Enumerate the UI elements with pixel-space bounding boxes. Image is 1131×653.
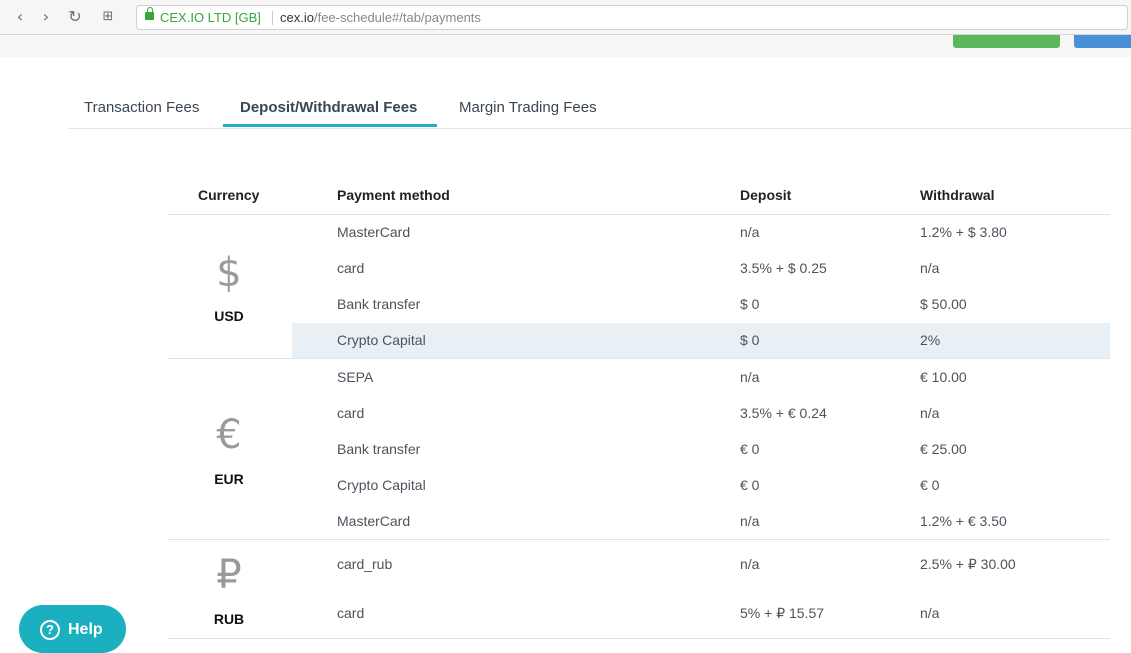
currency-code-eur: EUR [214,471,244,487]
tab-margin-trading-fees[interactable]: Margin Trading Fees [459,99,597,116]
eur-group-divider [167,539,1110,540]
header-currency: Currency [198,187,260,203]
tab-deposit-withdrawal-fees[interactable]: Deposit/Withdrawal Fees [240,99,417,116]
header-green-button[interactable] [953,35,1060,48]
currency-code-rub: RUB [213,611,245,627]
eur-row5-deposit: n/a [740,513,760,529]
usd-row3-withdrawal: $ 50.00 [920,296,967,312]
address-divider [272,11,273,25]
eur-row4-deposit: € 0 [740,477,760,493]
dollar-icon: $ [216,250,242,296]
eur-row4-withdrawal: € 0 [920,477,940,493]
question-icon: ? [40,620,60,640]
site-identity: CEX.IO LTD [GB] [160,10,261,25]
header-payment-method: Payment method [337,187,450,203]
rub-row1-withdrawal: 2.5% + ₽ 30.00 [920,556,1016,572]
usd-group-divider [167,358,1110,359]
usd-row3-deposit: $ 0 [740,296,760,312]
usd-row1-deposit: n/a [740,224,760,240]
eur-row1-withdrawal: € 10.00 [920,369,967,385]
usd-row4-method: Crypto Capital [337,332,426,348]
url-text: cex.io/fee-schedule#/tab/payments [280,10,481,25]
ruble-icon: ₽ [216,552,242,598]
usd-row1-method: MasterCard [337,224,411,240]
reload-icon[interactable]: ↻ [66,8,84,26]
eur-row1-deposit: n/a [740,369,760,385]
eur-row4-method: Crypto Capital [337,477,426,493]
usd-row2-method: card [337,260,365,276]
tab-transaction-fees[interactable]: Transaction Fees [84,99,199,116]
back-icon[interactable]: ‹ [11,8,29,26]
eur-row3-method: Bank transfer [337,441,421,457]
rub-row2-deposit: 5% + ₽ 15.57 [740,605,825,621]
header-blue-button[interactable] [1074,35,1131,48]
eur-row2-method: card [337,405,365,421]
active-tab-indicator [223,124,437,127]
rub-row1-method: card_rub [337,556,393,572]
eur-row3-withdrawal: € 25.00 [920,441,967,457]
address-bar[interactable]: CEX.IO LTD [GB] cex.io/fee-schedule#/tab… [136,5,1128,30]
header-withdrawal: Withdrawal [920,187,995,203]
eur-row1-method: SEPA [337,369,374,385]
forward-icon[interactable]: › [37,8,55,26]
header-deposit: Deposit [740,187,792,203]
usd-row1-withdrawal: 1.2% + $ 3.80 [920,224,1007,240]
eur-row5-withdrawal: 1.2% + € 3.50 [920,513,1007,529]
eur-row3-deposit: € 0 [740,441,760,457]
help-label: Help [68,621,103,638]
usd-row4-deposit: $ 0 [740,332,760,348]
rub-row1-deposit: n/a [740,556,760,572]
rub-row2-withdrawal: n/a [920,605,940,621]
lock-icon [145,7,154,20]
usd-row4-withdrawal: 2% [920,332,941,348]
usd-row2-withdrawal: n/a [920,260,940,276]
usd-row3-method: Bank transfer [337,296,421,312]
header-divider [167,214,1110,215]
grid-icon[interactable]: ⊞ [99,8,117,26]
currency-code-usd: USD [214,308,244,324]
fee-tabs: Transaction Fees Deposit/Withdrawal Fees… [68,90,1131,129]
euro-icon: € [216,412,242,458]
usd-row2-deposit: 3.5% + $ 0.25 [740,260,827,276]
rub-group-divider [167,638,1110,639]
eur-row5-method: MasterCard [337,513,411,529]
eur-row2-withdrawal: n/a [920,405,940,421]
rub-row2-method: card [337,605,365,621]
eur-row2-deposit: 3.5% + € 0.24 [740,405,827,421]
browser-toolbar: ‹ › ↻ ⊞ CEX.IO LTD [GB] cex.io/fee-sched… [0,0,1131,35]
